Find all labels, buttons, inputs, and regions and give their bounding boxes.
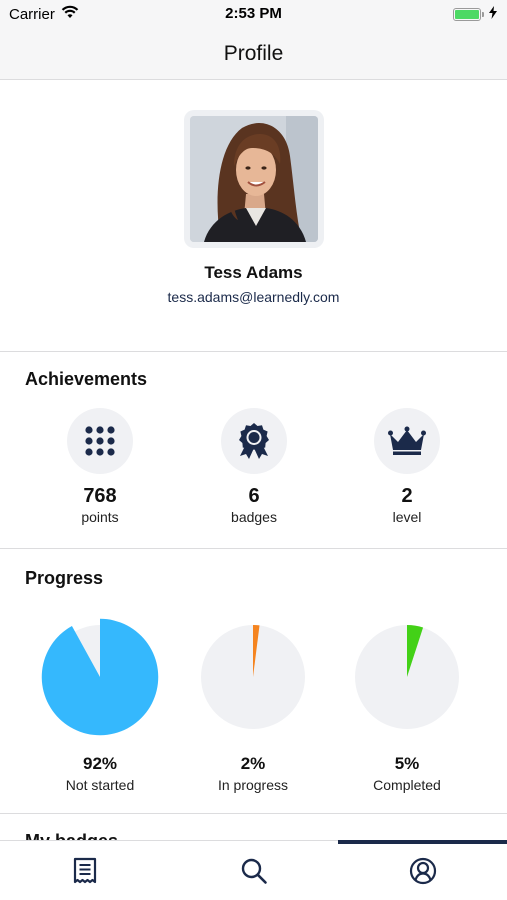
achievements-section: Achievements 768 points 6 badges 2 level xyxy=(0,352,507,549)
status-right xyxy=(453,6,497,23)
profile-icon xyxy=(409,857,436,884)
achievement-label: level xyxy=(392,509,422,525)
achievement-value: 768 xyxy=(83,485,117,507)
app-screen: Carrier 2:53 PM Profile Tess Adams tess.… xyxy=(0,0,507,900)
tab-search[interactable] xyxy=(169,841,338,900)
profile-header: Tess Adams tess.adams@learnedly.com xyxy=(0,80,507,352)
tab-courses[interactable] xyxy=(0,841,169,900)
user-photo xyxy=(190,116,318,242)
battery-icon xyxy=(453,8,484,21)
progress-item: 5% Completed xyxy=(337,615,477,793)
progress-value: 92% xyxy=(82,754,118,773)
progress-pie-1 xyxy=(201,625,305,729)
progress-label: Not started xyxy=(65,777,135,793)
progress-item: 92% Not started xyxy=(30,615,170,793)
progress-section: Progress 92% Not started 2% In progress … xyxy=(0,549,507,814)
grid-dots-icon xyxy=(85,426,115,456)
page-title: Profile xyxy=(223,41,284,65)
search-icon xyxy=(241,858,267,884)
achievement-icon-circle xyxy=(221,408,287,474)
progress-item: 2% In progress xyxy=(183,615,323,793)
bolt-icon xyxy=(489,6,497,23)
avatar-frame[interactable] xyxy=(184,110,324,248)
achievement-value: 2 xyxy=(401,485,413,507)
tab-bar xyxy=(0,840,507,900)
progress-value: 5% xyxy=(394,754,420,773)
profile-name: Tess Adams xyxy=(204,263,303,282)
progress-title: Progress xyxy=(25,568,104,588)
profile-email: tess.adams@learnedly.com xyxy=(167,289,340,305)
status-bar: Carrier 2:53 PM xyxy=(0,0,507,28)
progress-value: 2% xyxy=(240,754,266,773)
achievement-label: badges xyxy=(231,509,277,525)
avatar xyxy=(190,116,318,242)
achievements-title: Achievements xyxy=(25,369,148,389)
progress-label: In progress xyxy=(217,777,289,793)
achievement-icon-circle xyxy=(67,408,133,474)
achievement-icon-circle xyxy=(374,408,440,474)
navigation-bar: Profile xyxy=(0,28,507,80)
crown-icon xyxy=(388,426,426,455)
receipt-icon xyxy=(73,857,96,883)
progress-pie-0 xyxy=(41,618,159,736)
achievement-badges: 6 badges xyxy=(194,408,314,525)
achievement-points: 768 points xyxy=(40,408,160,525)
status-time: 2:53 PM xyxy=(225,5,282,22)
achievement-level: 2 level xyxy=(347,408,467,525)
progress-label: Completed xyxy=(373,777,441,793)
achievement-label: points xyxy=(81,509,119,525)
achievement-value: 6 xyxy=(248,485,260,507)
tab-profile[interactable] xyxy=(338,840,507,900)
badge-ribbon-icon xyxy=(239,423,269,459)
pie-slice xyxy=(41,618,159,736)
progress-pie-2 xyxy=(355,625,459,729)
